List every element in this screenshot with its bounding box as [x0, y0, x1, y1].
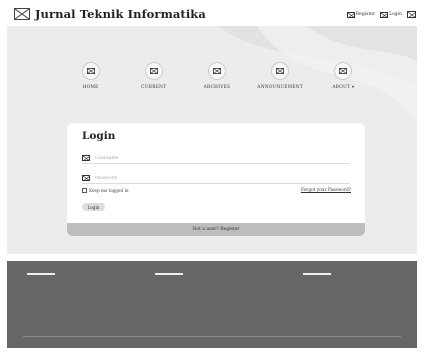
register-prompt[interactable]: Not a user? Register: [192, 227, 239, 232]
login-card: Login Keep me logged in Forgot your Pass…: [67, 123, 365, 236]
login-button[interactable]: Login: [82, 203, 105, 211]
register-link[interactable]: Register: [346, 11, 376, 18]
remember-checkbox[interactable]: [82, 188, 87, 193]
extra-link[interactable]: [407, 11, 416, 18]
footer-column-2: [155, 271, 183, 283]
announcement-icon: [271, 62, 290, 80]
nav-label: ABOUT ▾: [332, 85, 355, 90]
top-header: Jurnal Teknik Informatika Register Login: [0, 0, 424, 26]
forgot-password-link[interactable]: Forgot your Password?: [301, 188, 351, 193]
login-icon: [380, 11, 389, 18]
remember-label: Keep me logged in: [89, 188, 129, 193]
password-field: [82, 173, 350, 184]
nav-label: ANNOUNCEMENT: [257, 85, 304, 90]
about-icon: [334, 62, 353, 80]
username-field: [82, 153, 350, 164]
current-icon: [144, 62, 163, 80]
user-icon: [82, 155, 90, 161]
login-link-label: Login: [389, 12, 402, 17]
footer-heading-rule: [303, 273, 331, 275]
nav-item-archives[interactable]: ARCHIVES: [193, 62, 241, 90]
archives-icon: [207, 62, 226, 80]
main-nav: HOME CURRENT ARCHIVES ANNOUNCEMENT ABOUT…: [7, 62, 417, 90]
password-input[interactable]: [95, 175, 295, 181]
image-icon: [407, 11, 416, 18]
nav-label: HOME: [82, 85, 99, 90]
register-bar[interactable]: Not a user? Register: [67, 223, 365, 236]
footer-heading-rule: [155, 273, 183, 275]
login-link[interactable]: Login: [380, 11, 402, 18]
login-title: Login: [82, 130, 116, 142]
footer-column-1: [27, 271, 55, 283]
remember-me[interactable]: Keep me logged in: [82, 188, 129, 193]
nav-item-current[interactable]: CURRENT: [130, 62, 178, 90]
username-input[interactable]: [95, 155, 295, 161]
lock-icon: [82, 175, 90, 181]
footer-divider: [23, 336, 401, 337]
nav-item-home[interactable]: HOME: [67, 62, 115, 90]
journal-logo-icon: [14, 8, 30, 20]
site-title: Jurnal Teknik Informatika: [35, 7, 206, 21]
footer-heading-rule: [27, 273, 55, 275]
nav-label: CURRENT: [141, 85, 167, 90]
register-link-label: Register: [355, 12, 376, 17]
nav-label: ARCHIVES: [203, 85, 231, 90]
site-footer: [7, 261, 417, 348]
nav-item-about[interactable]: ABOUT ▾: [319, 62, 367, 90]
home-icon: [81, 62, 100, 80]
site-brand[interactable]: Jurnal Teknik Informatika: [14, 7, 206, 21]
register-icon: [346, 11, 355, 18]
footer-column-3: [303, 271, 331, 283]
user-links: Register Login: [346, 11, 416, 18]
nav-item-announcement[interactable]: ANNOUNCEMENT: [256, 62, 304, 90]
